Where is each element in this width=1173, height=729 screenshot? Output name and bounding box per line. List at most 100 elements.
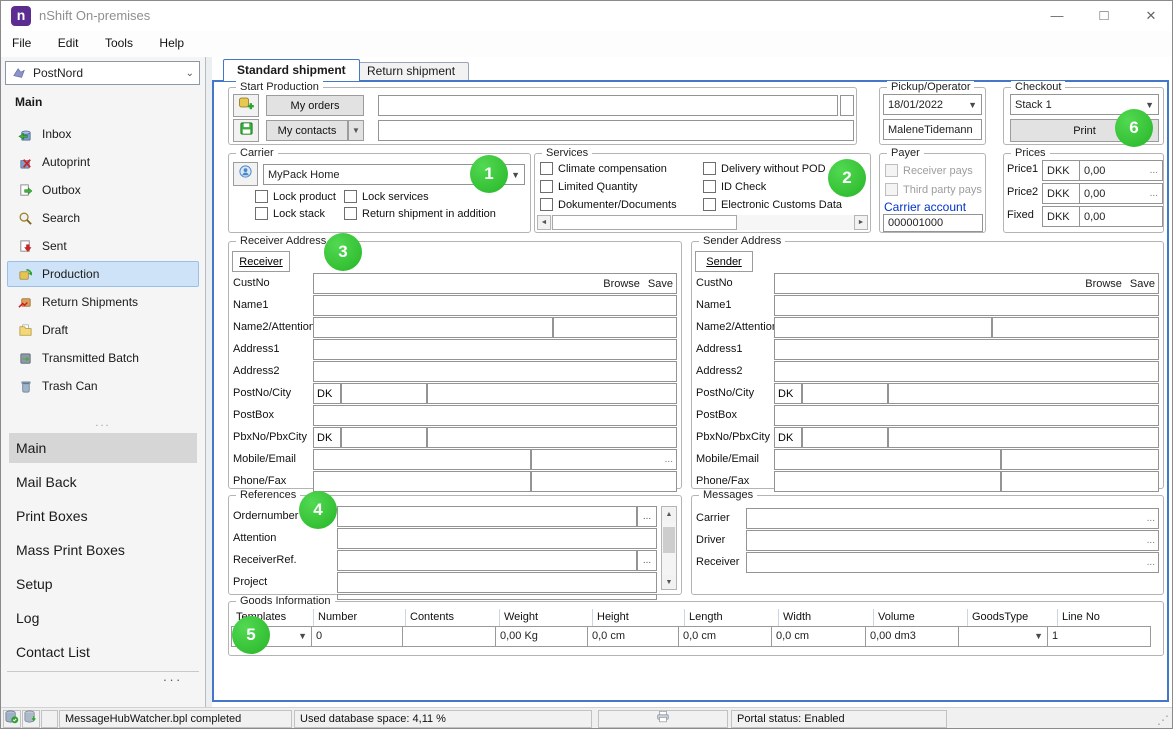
more-icon[interactable]: ... [1147, 535, 1155, 546]
sender-save-button[interactable]: Save [1130, 278, 1155, 290]
sidebar-nav-mass-print-boxes[interactable]: Mass Print Boxes [9, 535, 197, 565]
documents-checkbox[interactable]: Dokumenter/Documents [540, 198, 677, 211]
receiver-save-button[interactable]: Save [648, 278, 673, 290]
pickup-date-select[interactable]: 18/01/2022 ▼ [883, 94, 982, 115]
sender-attention-field[interactable] [992, 317, 1159, 338]
my-contacts-dropdown-button[interactable]: ▼ [348, 120, 364, 141]
receiver-custno-field[interactable]: BrowseSave [313, 273, 677, 294]
sidebar-item-production[interactable]: Production [7, 261, 199, 287]
number-cell[interactable]: 0 [311, 626, 403, 647]
receiver-name1-field[interactable] [313, 295, 677, 316]
scrollbar-thumb[interactable] [552, 215, 737, 230]
sidebar-nav-print-boxes[interactable]: Print Boxes [9, 501, 197, 531]
receiver-phone-field[interactable] [313, 471, 531, 492]
tab-standard-shipment[interactable]: Standard shipment [223, 59, 360, 81]
delivery-without-pod-checkbox[interactable]: Delivery without POD [703, 162, 826, 175]
lock-stack-checkbox[interactable]: Lock stack [255, 207, 325, 220]
sidebar-collapse-handle[interactable]: ... [1, 417, 205, 429]
receiver-address2-field[interactable] [313, 361, 677, 382]
sender-email-field[interactable] [1001, 449, 1159, 470]
attention-field[interactable] [337, 528, 657, 549]
sidebar-nav-setup[interactable]: Setup [9, 569, 197, 599]
resize-grip[interactable]: ⋰ [1157, 713, 1169, 727]
sender-pbxcity-field[interactable] [888, 427, 1159, 448]
ordernumber-field[interactable] [337, 506, 637, 527]
tab-sender[interactable]: Sender [695, 251, 753, 272]
id-check-checkbox[interactable]: ID Check [703, 180, 766, 193]
sidebar-item-autoprint[interactable]: Autoprint [7, 149, 199, 175]
receiverref-field[interactable] [337, 550, 637, 571]
ordernumber-more-button[interactable]: ... [637, 506, 657, 527]
sidebar-item-sent[interactable]: Sent [7, 233, 199, 259]
sender-name1-field[interactable] [774, 295, 1159, 316]
more-icon[interactable]: ... [1147, 557, 1155, 568]
sidebar-item-outbox[interactable]: Outbox [7, 177, 199, 203]
lock-services-checkbox[interactable]: Lock services [344, 190, 429, 203]
services-scrollbar[interactable]: ◄ ► [537, 215, 868, 230]
carrier-message-field[interactable]: ... [746, 508, 1159, 529]
carrier-account-input[interactable] [883, 214, 983, 232]
goodstype-select[interactable]: ▼ [958, 626, 1048, 647]
more-icon[interactable]: ... [665, 454, 673, 465]
sidebar-item-draft[interactable]: Draft [7, 317, 199, 343]
sidebar-item-search[interactable]: Search [7, 205, 199, 231]
sender-pbx-country-field[interactable]: DK [774, 427, 802, 448]
lock-product-checkbox[interactable]: Lock product [255, 190, 336, 203]
menu-help[interactable]: Help [148, 31, 195, 55]
receiver-mobile-field[interactable] [313, 449, 531, 470]
menu-file[interactable]: File [1, 31, 42, 55]
my-contacts-button[interactable]: My contacts [266, 120, 348, 141]
partial-reference-field[interactable] [337, 594, 657, 600]
receiver-fax-field[interactable] [531, 471, 677, 492]
carrier-account-link[interactable]: Carrier account [884, 200, 966, 214]
sender-postno-field[interactable] [802, 383, 888, 404]
sidebar-item-transmitted-batch[interactable]: Transmitted Batch [7, 345, 199, 371]
maximize-button[interactable]: □ [1087, 3, 1121, 29]
carrier-select[interactable]: PostNord ⌄ [5, 61, 200, 85]
sender-country-field[interactable]: DK [774, 383, 802, 404]
sender-city-field[interactable] [888, 383, 1159, 404]
scrollbar-thumb[interactable] [663, 527, 675, 553]
tab-return-shipment[interactable]: Return shipment [353, 62, 469, 80]
sidebar-nav-main[interactable]: Main [9, 433, 197, 463]
receiver-email-field[interactable]: ... [531, 449, 677, 470]
sender-mobile-field[interactable] [774, 449, 1001, 470]
width-cell[interactable]: 0,0 cm [771, 626, 866, 647]
driver-message-field[interactable]: ... [746, 530, 1159, 551]
more-icon[interactable]: ... [1147, 513, 1155, 524]
climate-compensation-checkbox[interactable]: Climate compensation [540, 162, 667, 175]
length-cell[interactable]: 0,0 cm [678, 626, 772, 647]
scroll-left-arrow-icon[interactable]: ◄ [537, 215, 551, 230]
limited-quantity-checkbox[interactable]: Limited Quantity [540, 180, 637, 193]
scroll-down-arrow-icon[interactable]: ▼ [662, 575, 676, 589]
price1-value[interactable]: 0,00... [1079, 160, 1163, 181]
scroll-up-arrow-icon[interactable]: ▲ [662, 507, 676, 521]
weight-cell[interactable]: 0,00 Kg [495, 626, 588, 647]
return-shipment-addition-checkbox[interactable]: Return shipment in addition [344, 207, 496, 220]
order-search-aux-field[interactable] [840, 95, 854, 116]
receiver-pbxcity-field[interactable] [427, 427, 677, 448]
receiver-postbox-field[interactable] [313, 405, 677, 426]
sender-address2-field[interactable] [774, 361, 1159, 382]
sender-phone-field[interactable] [774, 471, 1001, 492]
references-scrollbar[interactable]: ▲ ▼ [661, 506, 677, 590]
operator-input[interactable] [883, 119, 982, 140]
sender-fax-field[interactable] [1001, 471, 1159, 492]
price2-value[interactable]: 0,00... [1079, 183, 1163, 204]
contents-cell[interactable] [402, 626, 496, 647]
close-button[interactable]: ✕ [1134, 3, 1168, 29]
sender-custno-field[interactable]: BrowseSave [774, 273, 1159, 294]
menu-edit[interactable]: Edit [47, 31, 90, 55]
fixed-price-value[interactable]: 0,00 [1079, 206, 1163, 227]
scroll-right-arrow-icon[interactable]: ► [854, 215, 868, 230]
receiver-country-field[interactable]: DK [313, 383, 341, 404]
receiver-message-field[interactable]: ... [746, 552, 1159, 573]
receiverref-more-button[interactable]: ... [637, 550, 657, 571]
my-orders-button[interactable]: My orders [266, 95, 364, 116]
receiver-city-field[interactable] [427, 383, 677, 404]
menu-tools[interactable]: Tools [94, 31, 144, 55]
more-icon[interactable]: ... [1150, 165, 1158, 176]
sidebar-nav-log[interactable]: Log [9, 603, 197, 633]
receiver-attention-field[interactable] [553, 317, 677, 338]
minimize-button[interactable]: — [1040, 3, 1074, 29]
